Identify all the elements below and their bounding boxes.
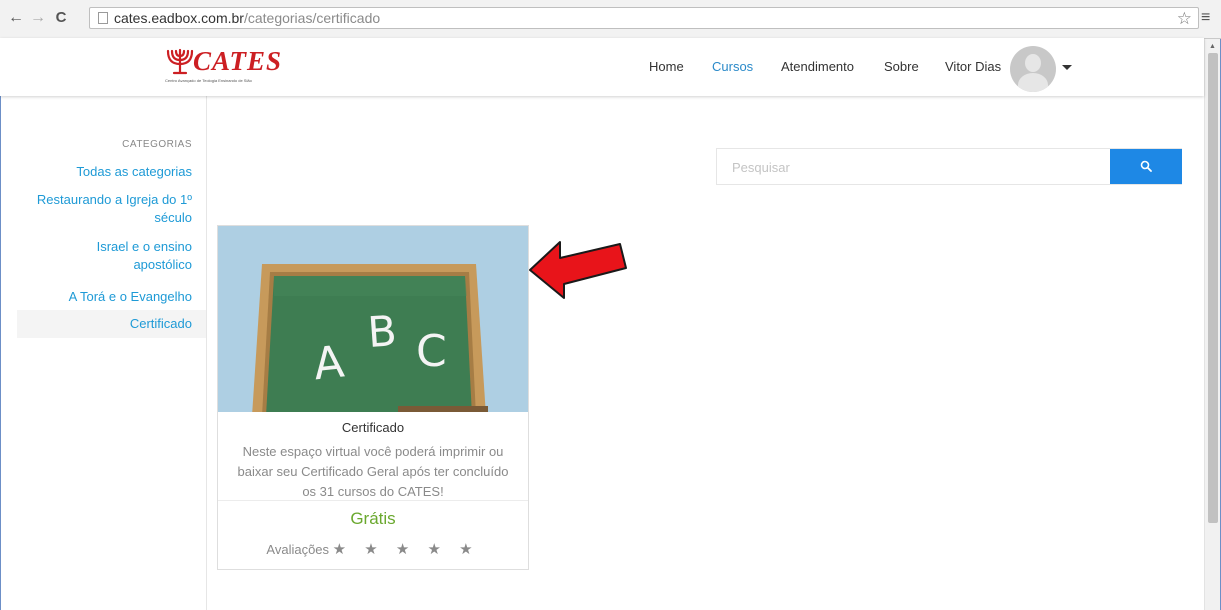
scroll-up-icon[interactable]: ▲ bbox=[1209, 43, 1216, 50]
nav-atendimento[interactable]: Atendimento bbox=[781, 59, 854, 74]
scroll-thumb[interactable] bbox=[1208, 53, 1218, 523]
category-tora[interactable]: A Torá e o Evangelho bbox=[69, 288, 192, 306]
nav-sobre[interactable]: Sobre bbox=[884, 59, 919, 74]
reload-icon[interactable]: C bbox=[51, 8, 71, 28]
menorah-icon bbox=[166, 48, 194, 75]
user-name[interactable]: Vitor Dias bbox=[945, 59, 1001, 74]
category-label: Certificado bbox=[129, 316, 192, 331]
back-arrow-icon[interactable]: ← bbox=[6, 8, 26, 28]
nav-cursos[interactable]: Cursos bbox=[712, 59, 753, 74]
chalk-letter-b: B bbox=[366, 306, 398, 357]
category-sidebar: CATEGORIAS Todas as categorias Restauran… bbox=[0, 96, 207, 610]
chevron-down-icon[interactable] bbox=[1062, 65, 1072, 70]
avatar-body-shape bbox=[1018, 73, 1048, 92]
avatar-head-shape bbox=[1025, 54, 1041, 72]
category-todas[interactable]: Todas as categorias bbox=[76, 163, 192, 181]
category-label-line2: apostólico bbox=[133, 257, 192, 272]
course-image[interactable]: A B C bbox=[218, 226, 528, 412]
category-israel[interactable]: Israel e o ensino apostólico bbox=[97, 238, 192, 274]
card-divider bbox=[218, 500, 528, 501]
chalk-letter-c: C bbox=[416, 326, 447, 377]
chalk-letter-a: A bbox=[311, 336, 346, 390]
nav-home[interactable]: Home bbox=[649, 59, 684, 74]
url-path: /categorias/certificado bbox=[243, 10, 381, 26]
logo-subtitle: Centro Avançado de Teologia Ensinando de… bbox=[165, 78, 252, 83]
search-icon bbox=[1140, 160, 1152, 172]
url-host: cates.eadbox.com.br bbox=[114, 10, 244, 26]
search-input[interactable] bbox=[717, 149, 1126, 186]
browser-menu-icon[interactable]: ≡ bbox=[1201, 9, 1210, 27]
cates-logo[interactable]: CATES Centro Avançado de Teologia Ensina… bbox=[163, 44, 281, 86]
browser-toolbar: ← → C cates.eadbox.com.br/categorias/cer… bbox=[0, 0, 1221, 39]
page-scrollbar[interactable]: ▲ bbox=[1204, 39, 1220, 610]
page-icon bbox=[98, 12, 108, 24]
search-button[interactable] bbox=[1110, 149, 1182, 184]
forward-arrow-icon[interactable]: → bbox=[28, 8, 48, 28]
course-card[interactable]: A B C Certificado Neste espaço virtual v… bbox=[217, 225, 529, 570]
address-bar[interactable]: cates.eadbox.com.br/categorias/certifica… bbox=[89, 7, 1199, 29]
course-description: Neste espaço virtual você poderá imprimi… bbox=[237, 444, 509, 499]
category-label: A Torá e o Evangelho bbox=[68, 289, 192, 304]
logo-text: CATES bbox=[193, 46, 283, 76]
search-form bbox=[716, 148, 1182, 186]
category-certificado[interactable]: Certificado bbox=[17, 310, 206, 338]
url-text: cates.eadbox.com.br/categorias/certifica… bbox=[114, 10, 380, 26]
star-rating-icon: ★ ★ ★ ★ ★ bbox=[332, 541, 480, 558]
category-label-line1: Restaurando a Igreja do 1º bbox=[36, 192, 192, 207]
categories-heading: CATEGORIAS bbox=[122, 139, 192, 150]
bookmark-star-icon[interactable]: ☆ bbox=[1177, 9, 1192, 29]
chalkboard-illustration: A B C bbox=[252, 264, 488, 412]
course-rating: Avaliações ★ ★ ★ ★ ★ bbox=[218, 540, 528, 558]
annotation-arrow-icon bbox=[529, 241, 627, 299]
course-price: Grátis bbox=[350, 509, 396, 528]
avatar[interactable] bbox=[1010, 46, 1056, 92]
category-label: Todas as categorias bbox=[76, 164, 192, 179]
rating-label: Avaliações bbox=[266, 542, 330, 557]
category-label-line1: Israel e o ensino bbox=[96, 239, 192, 254]
site-header: CATES Centro Avançado de Teologia Ensina… bbox=[0, 38, 1204, 96]
course-title[interactable]: Certificado bbox=[218, 420, 528, 435]
category-restaurando[interactable]: Restaurando a Igreja do 1º século bbox=[10, 191, 192, 227]
category-label-line2: século bbox=[154, 210, 192, 225]
